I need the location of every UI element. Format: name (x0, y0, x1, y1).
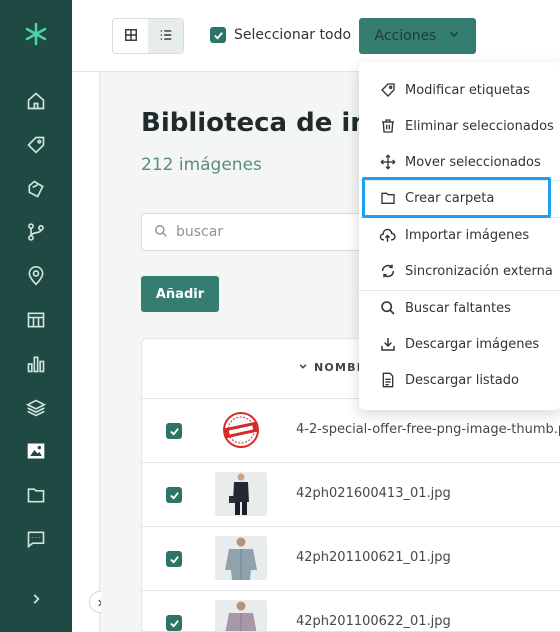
search-box (141, 213, 381, 251)
view-mode-toggle (112, 18, 184, 54)
menu-item-label: Eliminar seleccionados (405, 118, 554, 134)
logo-asterisk-icon[interactable] (24, 22, 48, 46)
menu-item-label: Modificar etiquetas (405, 82, 530, 98)
file-name[interactable]: 42ph201100621_01.jpg (296, 550, 451, 565)
image-thumbnail[interactable] (215, 600, 267, 631)
image-thumbnail[interactable] (215, 408, 267, 452)
sync-icon (379, 263, 396, 280)
shirt-photo-image (225, 537, 257, 580)
image-thumbnail[interactable] (215, 472, 267, 516)
sidebar-item-tags[interactable] (22, 133, 50, 161)
download-icon (379, 336, 396, 353)
highlight-outline (362, 177, 551, 218)
table-row[interactable]: 42ph201100621_01.jpg (142, 527, 560, 591)
select-all-control[interactable]: Seleccionar todo (210, 27, 351, 43)
row-checkbox[interactable] (166, 423, 182, 439)
actions-label: Acciones (374, 28, 437, 44)
select-all-checkbox[interactable] (210, 27, 226, 43)
menu-item-label: Descargar imágenes (405, 336, 540, 352)
actions-menu: Modificar etiquetas Eliminar seleccionad… (359, 62, 560, 410)
location-pin-icon (26, 266, 46, 290)
suit-photo-image (229, 473, 249, 515)
search-input[interactable] (176, 224, 356, 240)
folder-icon (26, 485, 46, 509)
search-icon (379, 300, 396, 317)
row-checkbox[interactable] (166, 551, 182, 567)
file-name[interactable]: 42ph021600413_01.jpg (296, 486, 451, 501)
sidebar-item-multi-tags[interactable] (22, 177, 50, 205)
tag-icon (26, 135, 46, 159)
sidebar-item-home[interactable] (22, 89, 50, 117)
sidebar-item-images[interactable] (22, 439, 50, 467)
image-count: 212 imágenes (141, 155, 262, 175)
chat-icon (26, 529, 46, 553)
sidebar-item-layers[interactable] (22, 396, 50, 424)
sidebar-item-location[interactable] (22, 264, 50, 292)
image-icon (26, 441, 46, 465)
sidebar-item-catalog[interactable] (22, 308, 50, 336)
menu-item-move-selected[interactable]: Mover seleccionados (359, 144, 560, 180)
sidebar-item-stats[interactable] (22, 352, 50, 380)
sidebar-expand-button[interactable] (24, 588, 48, 612)
sort-chevron-down-icon (298, 361, 308, 374)
shirt-photo-image (225, 601, 257, 631)
table-row[interactable]: 42ph021600413_01.jpg (142, 463, 560, 527)
menu-item-external-sync[interactable]: Sincronización externa (359, 253, 560, 289)
menu-item-import-images[interactable]: Importar imágenes (359, 217, 560, 253)
menu-item-label: Sincronización externa (405, 263, 553, 279)
image-thumbnail[interactable] (215, 536, 267, 580)
chevron-down-icon (448, 28, 460, 44)
document-icon (379, 372, 396, 389)
search-icon (154, 223, 168, 242)
file-name[interactable]: 4-2-special-offer-free-png-image-thumb.p… (296, 422, 560, 437)
sidebar (0, 0, 72, 632)
catalog-icon (26, 310, 46, 334)
row-checkbox[interactable] (166, 487, 182, 503)
side-panel-strip (72, 72, 100, 632)
home-icon (26, 91, 46, 115)
sidebar-item-folders[interactable] (22, 483, 50, 511)
menu-item-download-list[interactable]: Descargar listado (359, 362, 560, 398)
special-offer-seal-image (223, 412, 259, 448)
trash-icon (379, 118, 396, 135)
sidebar-item-messages[interactable] (22, 527, 50, 555)
table-row[interactable]: 42ph201100622_01.jpg (142, 591, 560, 631)
actions-dropdown-button[interactable]: Acciones (359, 18, 476, 54)
chevron-right-icon (29, 591, 43, 610)
select-all-label: Seleccionar todo (234, 27, 352, 43)
menu-item-download-images[interactable]: Descargar imágenes (359, 326, 560, 362)
layers-icon (25, 398, 47, 422)
file-name[interactable]: 42ph201100622_01.jpg (296, 614, 451, 629)
branch-icon (26, 222, 46, 246)
tag-icon (379, 82, 396, 99)
grid-view-button[interactable] (113, 19, 148, 53)
menu-item-edit-tags[interactable]: Modificar etiquetas (359, 72, 560, 108)
list-icon (159, 27, 173, 46)
move-icon (379, 154, 396, 171)
menu-item-label: Descargar listado (405, 372, 519, 388)
add-button[interactable]: Añadir (141, 276, 219, 312)
menu-item-label: Buscar faltantes (405, 300, 511, 316)
bar-chart-icon (26, 354, 46, 378)
cloud-upload-icon (379, 227, 396, 244)
row-checkbox[interactable] (166, 615, 182, 631)
tags-icon (26, 179, 46, 203)
grid-icon (124, 27, 138, 46)
sidebar-item-branch[interactable] (22, 220, 50, 248)
menu-item-find-missing[interactable]: Buscar faltantes (359, 290, 560, 326)
menu-item-label: Importar imágenes (405, 227, 530, 243)
menu-item-delete-selected[interactable]: Eliminar seleccionados (359, 108, 560, 144)
menu-item-label: Mover seleccionados (405, 154, 541, 170)
list-view-button[interactable] (148, 19, 183, 53)
